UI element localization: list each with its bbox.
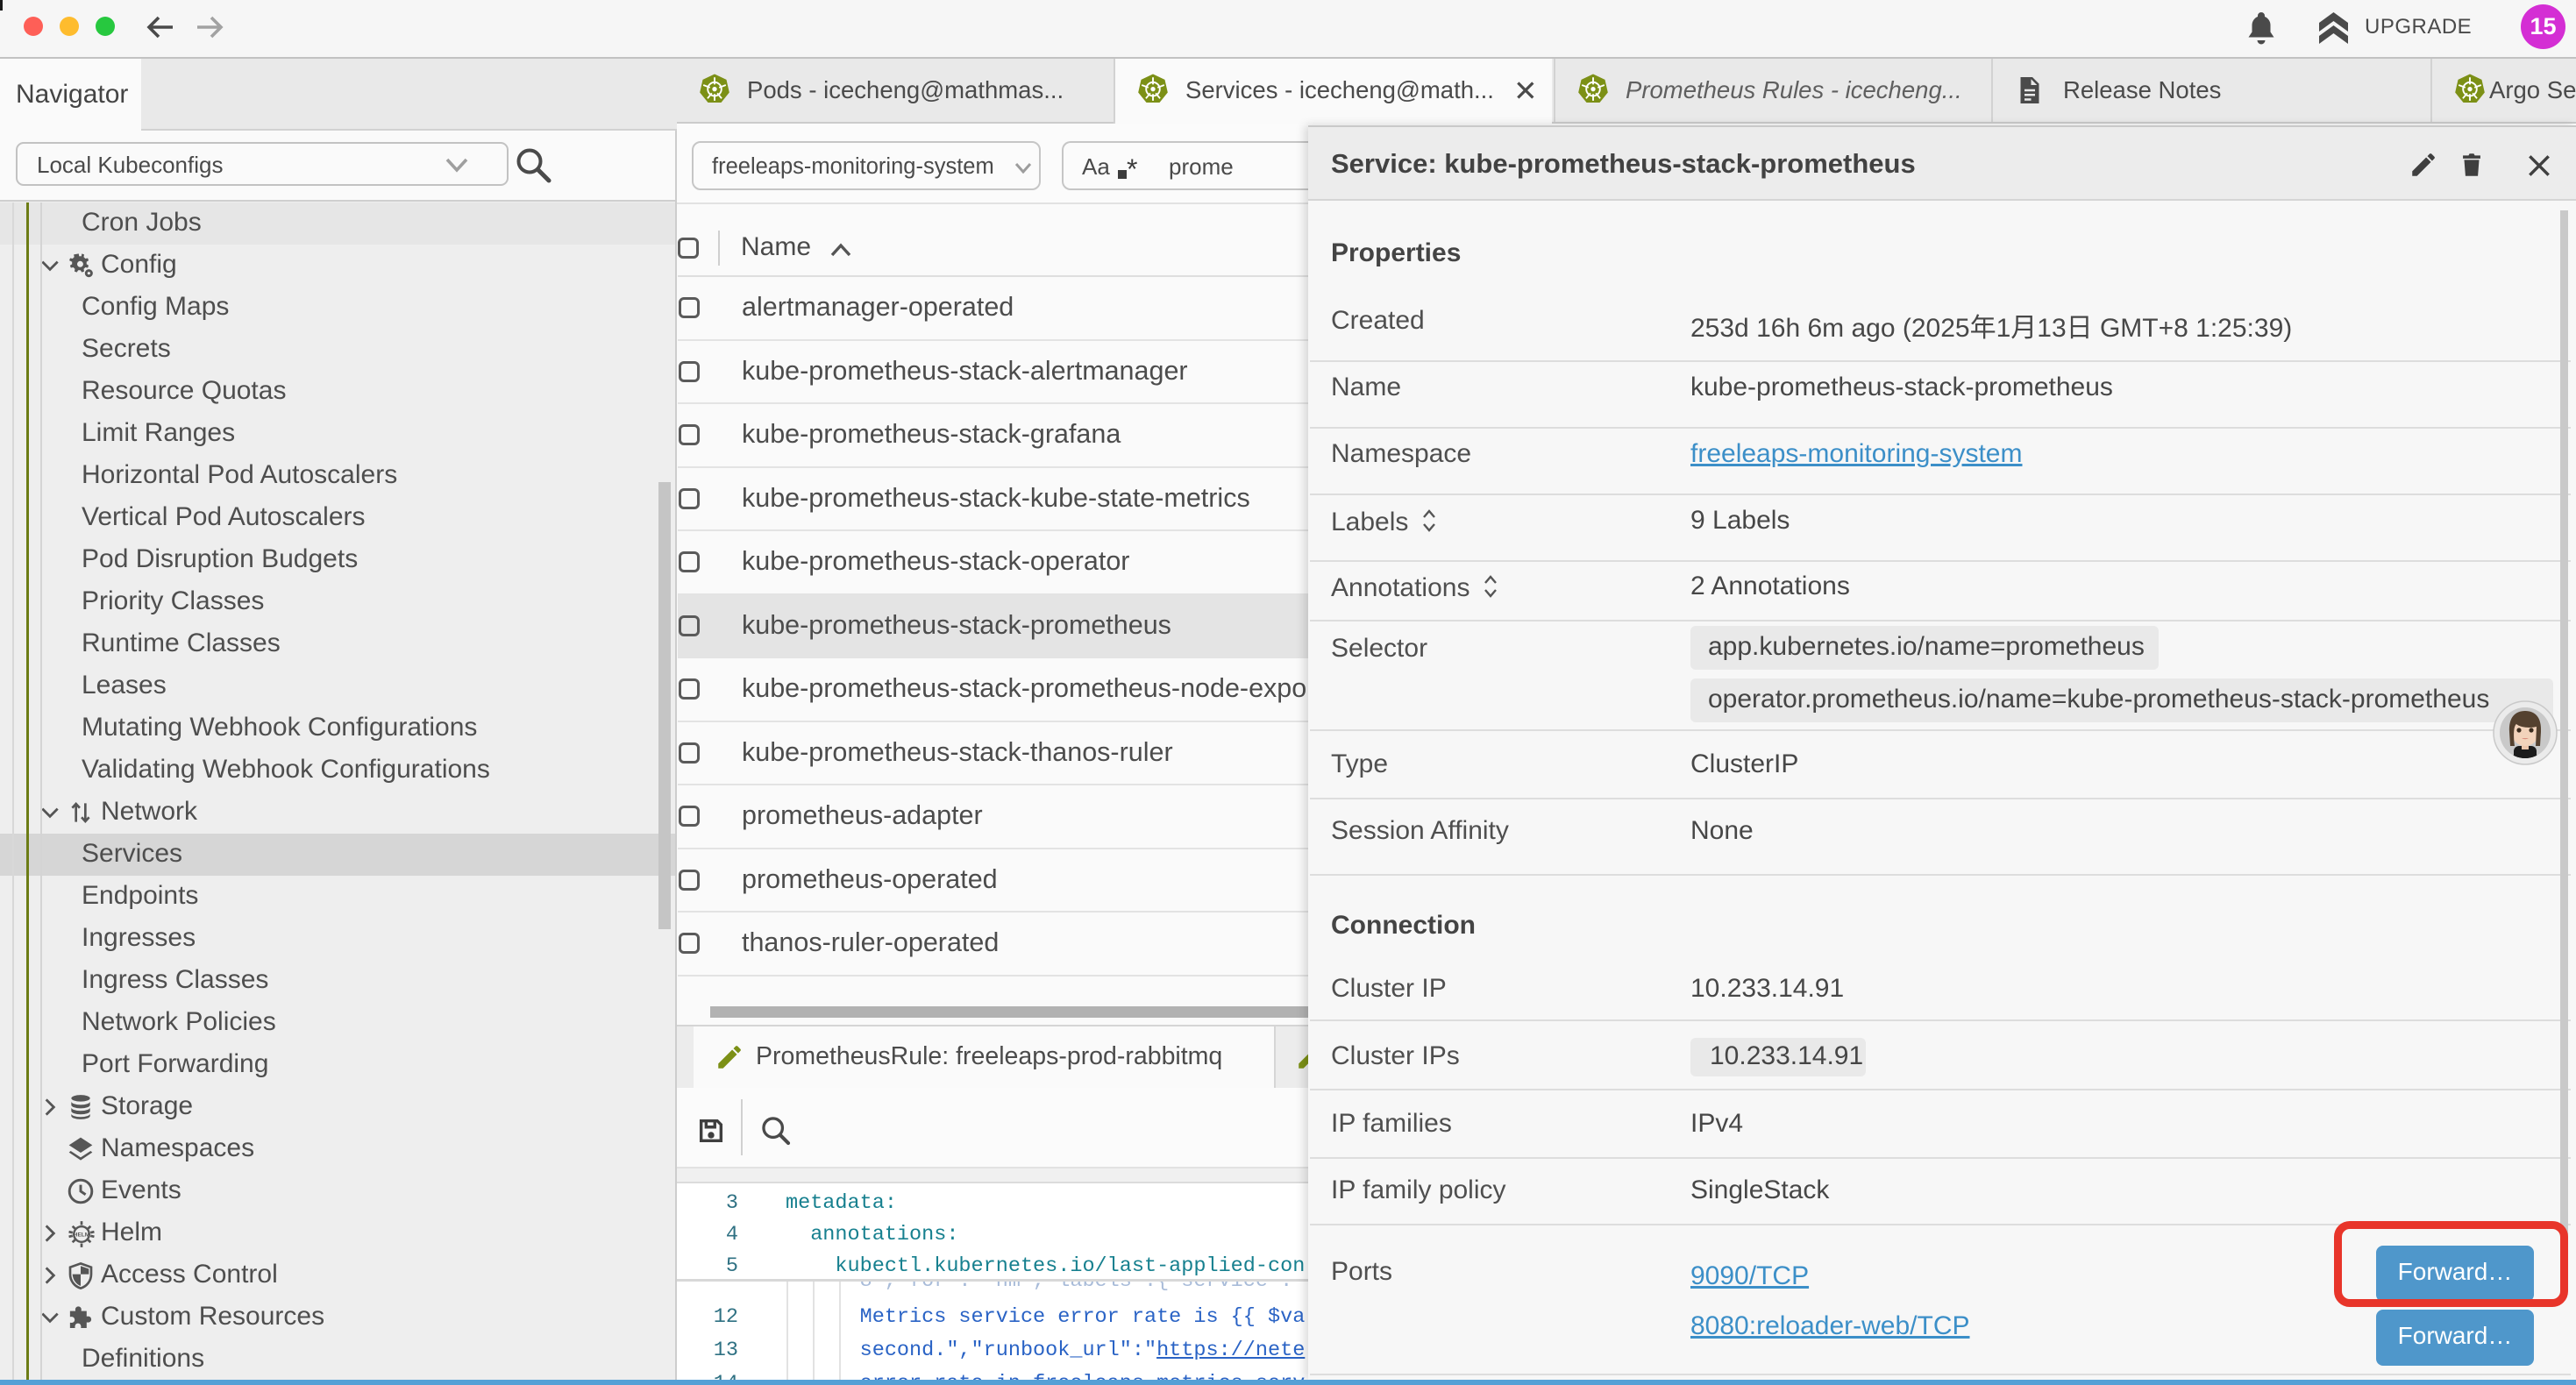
svg-text:HELM: HELM [74, 1232, 89, 1239]
